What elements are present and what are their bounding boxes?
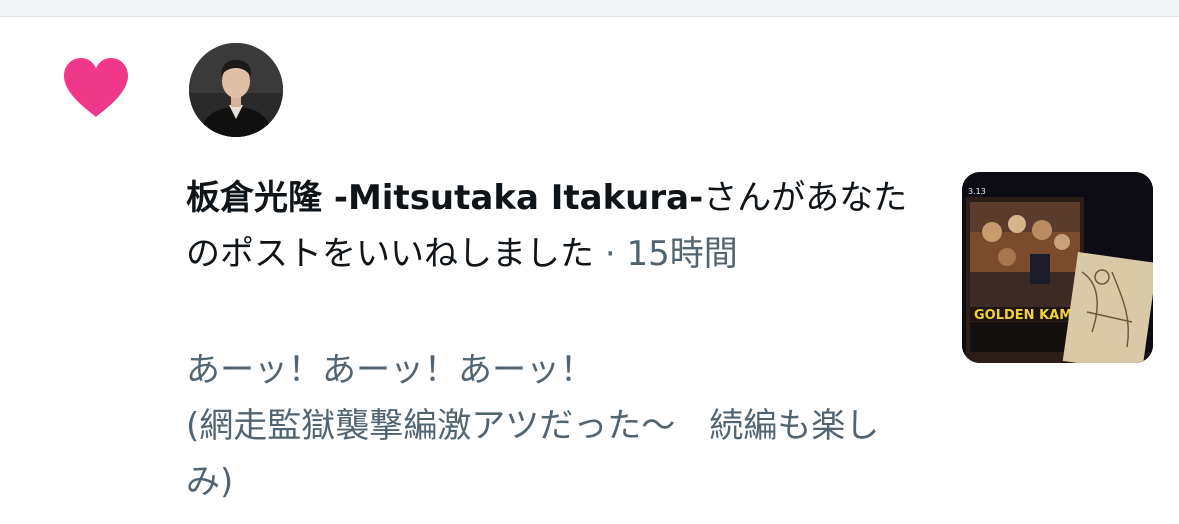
top-divider [0,0,1179,17]
quoted-post-text[interactable]: あーッ！あーッ！あーッ！ (網走監獄襲撃編激アツだった〜 続編も楽しみ) [186,342,926,510]
movie-poster-image: GOLDEN KAMU 3.13 [962,172,1153,363]
timestamp: 15時間 [626,234,738,274]
poster-date-text: 3.13 [968,187,986,196]
avatar-image [189,43,283,137]
post-media-thumbnail[interactable]: GOLDEN KAMU 3.13 [962,172,1153,363]
separator-dot: · [604,234,616,274]
notification-text: 板倉光隆 -Mitsutaka Itakura-さんがあなたのポストをいいねしま… [186,170,926,282]
poster-title-text: GOLDEN KAMU [974,308,1083,323]
like-notification[interactable]: 板倉光隆 -Mitsutaka Itakura-さんがあなたのポストをいいねしま… [0,17,1179,524]
avatar[interactable] [189,43,283,137]
author-name[interactable]: 板倉光隆 -Mitsutaka Itakura- [186,178,703,218]
notification-page: 板倉光隆 -Mitsutaka Itakura-さんがあなたのポストをいいねしま… [0,0,1179,524]
heart-icon [64,58,128,117]
